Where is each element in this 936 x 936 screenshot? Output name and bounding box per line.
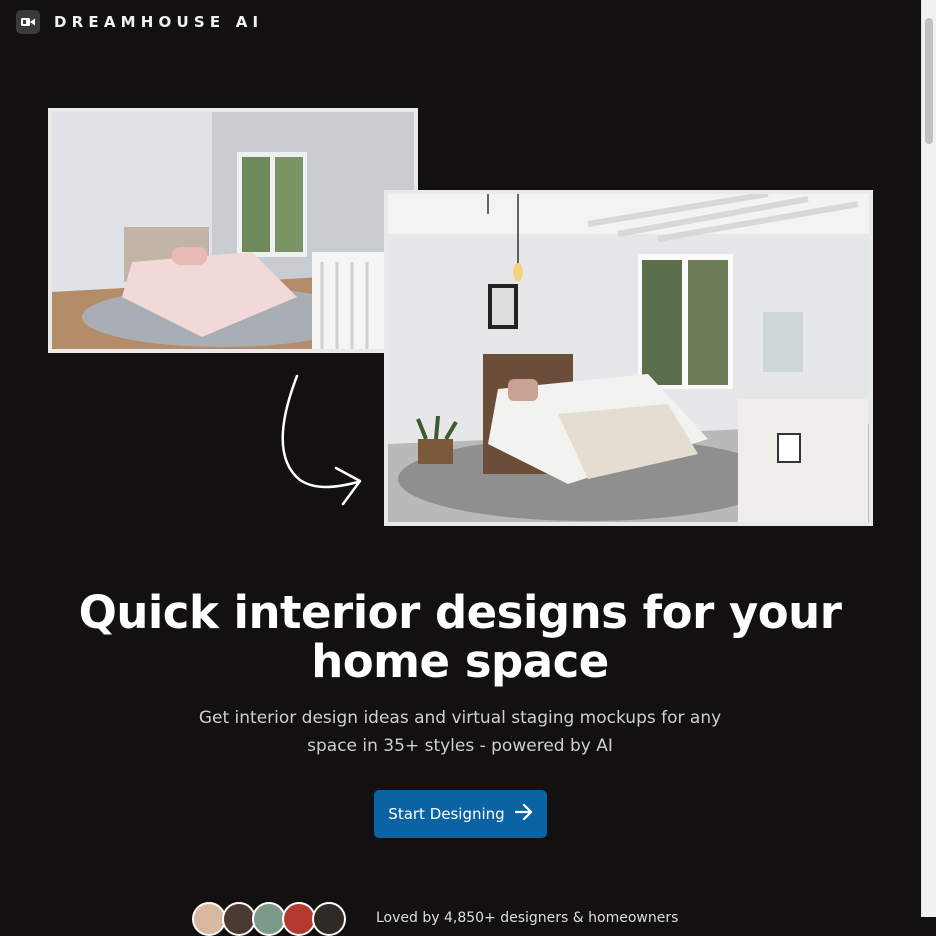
- arrow-right-icon: [514, 803, 533, 824]
- avatar: [312, 902, 346, 936]
- avatar: [282, 902, 316, 936]
- before-image: [48, 108, 418, 353]
- logo-icon[interactable]: [16, 10, 40, 34]
- social-proof-text: Loved by 4,850+ designers & homeowners: [376, 910, 679, 926]
- avatar: [192, 902, 226, 936]
- start-designing-label: Start Designing: [388, 805, 505, 823]
- user-avatars: [192, 902, 346, 936]
- avatar: [252, 902, 286, 936]
- scrollbar-thumb[interactable]: [925, 18, 933, 144]
- hero-title: Quick interior designs for your home spa…: [78, 586, 842, 688]
- after-image: [384, 190, 873, 526]
- page-scrollbar[interactable]: [921, 0, 936, 917]
- hero-subtitle: Get interior design ideas and virtual st…: [198, 708, 722, 756]
- site-header: DREAMHOUSE AI: [16, 10, 263, 34]
- start-designing-button[interactable]: Start Designing: [374, 790, 547, 838]
- curved-arrow-icon: [270, 370, 370, 514]
- brand-name[interactable]: DREAMHOUSE AI: [54, 13, 263, 31]
- avatar: [222, 902, 256, 936]
